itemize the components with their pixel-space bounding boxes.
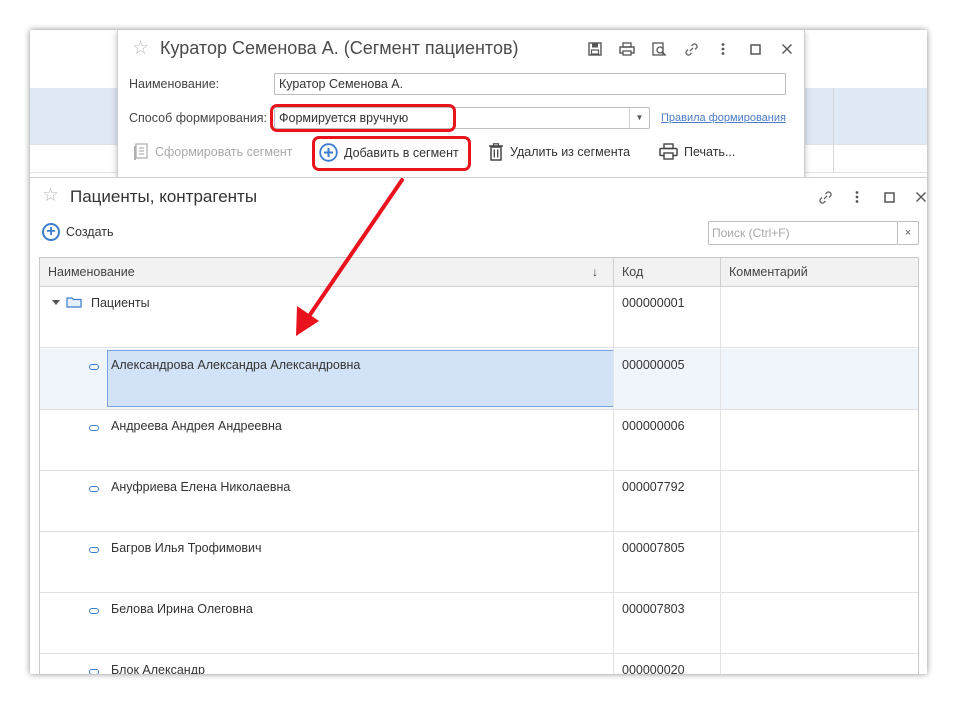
table-row-group[interactable]: Пациенты 000000001 xyxy=(40,287,918,348)
row-name: Андреева Андрея Андреевна xyxy=(111,419,282,433)
preview-icon[interactable] xyxy=(649,39,669,59)
table-row[interactable]: Белова Ирина Олеговна 000007803 xyxy=(40,593,918,654)
row-name: Ануфриева Елена Николаевна xyxy=(111,480,291,494)
name-field[interactable]: Куратор Семенова А. xyxy=(274,73,786,95)
create-button[interactable]: + Создать xyxy=(42,223,114,241)
item-icon xyxy=(89,608,99,614)
link-icon[interactable] xyxy=(815,187,835,207)
table-row[interactable]: Ануфриева Елена Николаевна 000007792 xyxy=(40,471,918,532)
add-circle-icon: + xyxy=(42,223,60,241)
print-label: Печать... xyxy=(684,144,736,159)
column-divider xyxy=(613,287,614,674)
close-icon[interactable] xyxy=(911,187,927,207)
print-button[interactable]: Печать... xyxy=(659,143,735,160)
row-code: 000000020 xyxy=(622,663,685,674)
row-name: Александрова Александра Александровна xyxy=(111,358,361,372)
close-icon[interactable] xyxy=(777,39,797,59)
background-column-divider xyxy=(833,88,834,172)
generate-segment-label: Сформировать сегмент xyxy=(155,145,293,159)
row-code: 000007805 xyxy=(622,541,685,555)
table-row[interactable]: Андреева Андрея Андреевна 000000006 xyxy=(40,410,918,471)
row-code: 000007792 xyxy=(622,480,685,494)
trash-icon xyxy=(488,143,504,161)
table-row[interactable]: Багров Илья Трофимович 000007805 xyxy=(40,532,918,593)
row-name: Блок Александр xyxy=(111,663,205,674)
remove-from-segment-label: Удалить из сегмента xyxy=(510,145,631,159)
folder-icon xyxy=(66,297,82,308)
column-header-comment[interactable]: Комментарий xyxy=(721,258,808,286)
highlight-add-to-segment xyxy=(312,136,471,171)
column-divider xyxy=(720,287,721,674)
create-label: Создать xyxy=(66,225,114,239)
patients-list-window: ☆ Пациенты, контрагенты + Создать Поиск … xyxy=(30,177,927,674)
patients-table: Наименование ↓ Код Комментарий Пациенты … xyxy=(39,257,919,674)
column-header-code[interactable]: Код xyxy=(614,258,643,286)
row-name: Белова Ирина Олеговна xyxy=(111,602,253,616)
highlight-method-select xyxy=(270,104,456,132)
search-clear-icon[interactable]: × xyxy=(898,221,919,245)
item-icon xyxy=(89,425,99,431)
more-icon[interactable] xyxy=(847,187,867,207)
name-label: Наименование: xyxy=(129,77,220,91)
row-name: Пациенты xyxy=(91,296,150,310)
method-label: Способ формирования: xyxy=(129,111,267,125)
row-code: 000007803 xyxy=(622,602,685,616)
form-window-title: Куратор Семенова А. (Сегмент пациентов) xyxy=(160,38,519,58)
print-icon[interactable] xyxy=(617,39,637,59)
save-icon[interactable] xyxy=(585,39,605,59)
column-header-name[interactable]: Наименование xyxy=(40,258,135,286)
maximize-icon[interactable] xyxy=(745,39,765,59)
chevron-down-icon[interactable]: ▼ xyxy=(629,108,649,128)
row-code: 000000001 xyxy=(622,296,685,310)
favorite-star-icon[interactable]: ☆ xyxy=(42,186,59,205)
item-icon xyxy=(89,364,99,370)
search-input[interactable]: Поиск (Ctrl+F) xyxy=(708,221,898,245)
link-icon[interactable] xyxy=(681,39,701,59)
generate-segment-button[interactable]: Сформировать сегмент xyxy=(133,143,293,161)
table-row-selected[interactable]: Александрова Александра Александровна 00… xyxy=(40,349,918,410)
list-window-toolbar xyxy=(803,187,927,207)
maximize-icon[interactable] xyxy=(879,187,899,207)
sort-down-icon: ↓ xyxy=(592,265,598,279)
table-header: Наименование ↓ Код Комментарий xyxy=(40,258,918,287)
row-code: 000000005 xyxy=(622,358,685,372)
item-icon xyxy=(89,547,99,553)
generate-document-icon xyxy=(133,143,149,161)
row-name: Багров Илья Трофимович xyxy=(111,541,262,555)
favorite-star-icon[interactable]: ☆ xyxy=(132,39,149,58)
expand-triangle-icon[interactable] xyxy=(52,300,60,305)
formation-rules-link[interactable]: Правила формирования xyxy=(661,112,786,124)
list-window-title: Пациенты, контрагенты xyxy=(70,187,258,206)
row-code: 000000006 xyxy=(622,419,685,433)
remove-from-segment-button[interactable]: Удалить из сегмента xyxy=(488,143,630,161)
item-icon xyxy=(89,486,99,492)
form-window-toolbar xyxy=(573,39,797,59)
screenshot-frame: ☆ Куратор Семенова А. (Сегмент пациентов… xyxy=(30,30,927,674)
more-icon[interactable] xyxy=(713,39,733,59)
item-icon xyxy=(89,669,99,674)
table-row[interactable]: Блок Александр 000000020 xyxy=(40,654,918,674)
printer-icon xyxy=(659,143,678,160)
segment-form-window: ☆ Куратор Семенова А. (Сегмент пациентов… xyxy=(117,30,805,177)
